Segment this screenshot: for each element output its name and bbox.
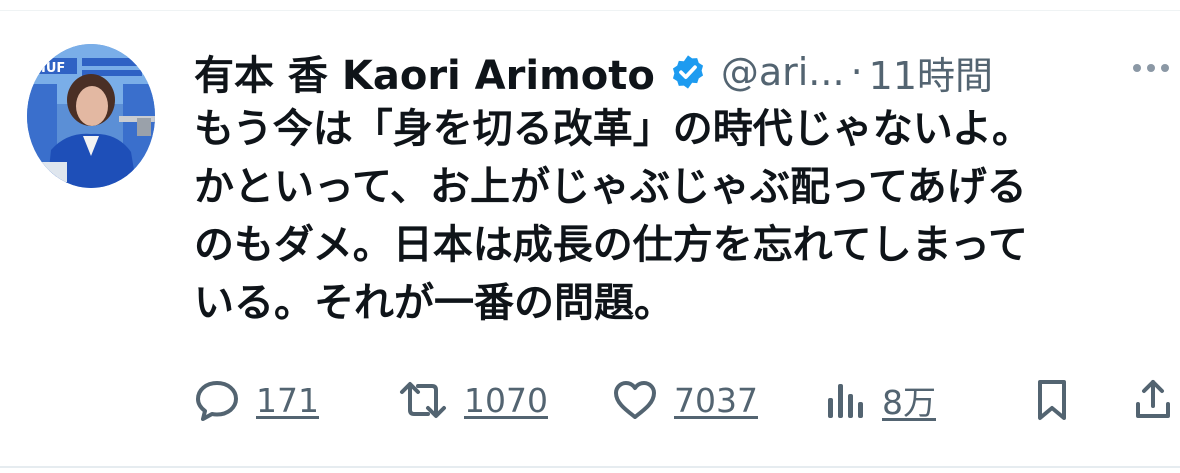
author-handle[interactable]: @ari... [721, 50, 845, 94]
retweet-count: 1070 [464, 380, 548, 420]
retweet-button[interactable]: 1070 [398, 370, 548, 430]
like-count: 7037 [674, 380, 758, 420]
tweet-text-line: いる。それが一番の問題。 [194, 280, 674, 326]
action-bar: 171 1070 7037 8万 [194, 370, 1174, 430]
timestamp[interactable]: 11時間 [869, 45, 993, 100]
author-name[interactable]: 有本 香 Kaori Arimoto [194, 43, 655, 101]
tweet-text-line: かといって、お上がじゃぶじゃぶ配ってあげる [194, 164, 1027, 210]
tweet-text-line: のもダメ。日本は成長の仕方を忘れてしまって [194, 222, 1028, 268]
views-count: 8万 [882, 383, 936, 422]
share-button[interactable] [1134, 370, 1172, 430]
tweet-header: 有本 香 Kaori Arimoto @ari... · 11時間 [194, 42, 1094, 102]
verified-badge-icon [669, 53, 707, 91]
reply-icon [194, 379, 240, 421]
bottom-divider [0, 466, 1180, 468]
share-icon [1134, 378, 1172, 422]
like-button[interactable]: 7037 [612, 370, 758, 430]
separator-dot: · [850, 50, 863, 94]
views-button[interactable]: 8万 [824, 370, 936, 430]
avatar[interactable]: IUF [27, 44, 155, 188]
bookmark-icon [1034, 378, 1070, 422]
tweet-text-line: もう今は「身を切る改革」の時代じゃないよ。 [194, 106, 1032, 152]
top-divider [0, 10, 1180, 11]
views-icon [824, 380, 866, 420]
bookmark-button[interactable] [1034, 370, 1070, 430]
retweet-icon [398, 380, 448, 420]
svg-text:IUF: IUF [41, 61, 65, 76]
more-options-icon[interactable] [1128, 48, 1174, 88]
reply-button[interactable]: 171 [194, 370, 319, 430]
like-icon [612, 379, 658, 421]
reply-count: 171 [256, 380, 319, 420]
tweet-text: もう今は「身を切る改革」の時代じゃないよ。 かといって、お上がじゃぶじゃぶ配って… [194, 100, 1154, 332]
